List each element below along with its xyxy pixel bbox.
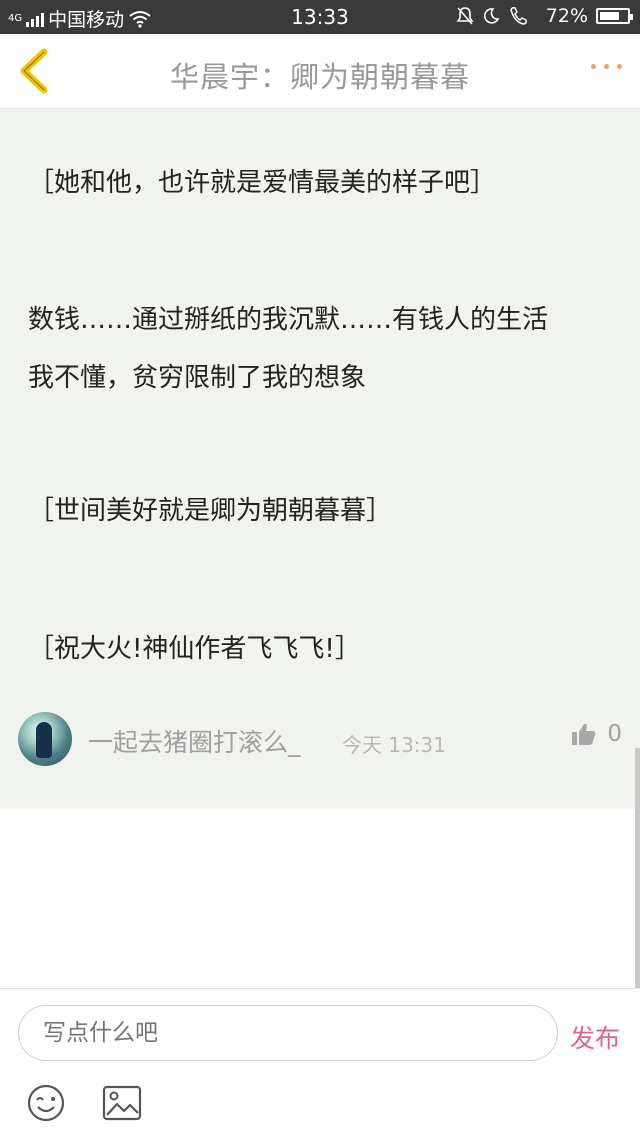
silent-bell-icon [456,7,474,25]
post-line: ［她和他，也许就是爱情最美的样子吧］ [28,168,497,198]
post-line: ［祝大火!神仙作者飞飞飞!］ [28,634,361,664]
comment-row: 一起去猪圈打滚么_ 今天 13:31 0 [0,707,640,777]
image-icon [102,1085,142,1121]
post-line: 我不懂，贫穷限制了我的想象 [28,363,367,393]
post-line: 数钱……通过掰纸的我沉默……有钱人的生活 [28,305,549,335]
battery-fill [600,12,619,20]
like-button[interactable]: 0 [571,721,622,747]
moon-icon [483,8,500,24]
more-button[interactable] [591,64,622,69]
post-line: ［世间美好就是卿为朝朝暮暮］ [28,496,393,526]
post-paragraph: ［祝大火!神仙作者飞飞飞!］ [28,620,612,678]
comment-timestamp: 今天 13:31 [342,733,446,757]
battery-icon [596,8,633,24]
more-dots-icon [591,64,596,69]
hd-call-icon [509,7,527,25]
more-dot [604,64,609,69]
page-title: 华晨宇：卿为朝朝暮暮 [169,60,470,94]
image-button[interactable] [102,1085,142,1121]
post-paragraph: 数钱……通过掰纸的我沉默……有钱人的生活 我不懂，贫穷限制了我的想象 [28,291,612,407]
more-dot [617,64,622,69]
battery-percent: 72% [545,5,588,27]
scrollbar[interactable] [635,748,640,988]
post-paragraph: ［她和他，也许就是爱情最美的样子吧］ [28,154,612,212]
comment-input[interactable] [18,1005,558,1061]
emoji-button[interactable] [26,1083,66,1123]
status-bar: 4G 中国移动 13:33 72% [0,0,640,34]
post-paragraph: ［世间美好就是卿为朝朝暮暮］ [28,482,612,540]
like-count: 0 [607,721,622,747]
back-button[interactable] [14,48,58,94]
status-right: 72% [456,5,633,27]
emoji-icon [27,1084,65,1122]
comment-username[interactable]: 一起去猪圈打滚么_ [88,723,301,759]
nav-header: 华晨宇：卿为朝朝暮暮 [0,34,640,109]
post-content: ［她和他，也许就是爱情最美的样子吧］ 数钱……通过掰纸的我沉默……有钱人的生活 … [0,109,640,809]
publish-button[interactable]: 发布 [570,1019,620,1055]
back-chevron-icon [20,48,48,94]
comment-composer: 发布 [0,988,640,1139]
avatar[interactable] [18,712,72,766]
thumbs-up-icon [572,723,596,745]
